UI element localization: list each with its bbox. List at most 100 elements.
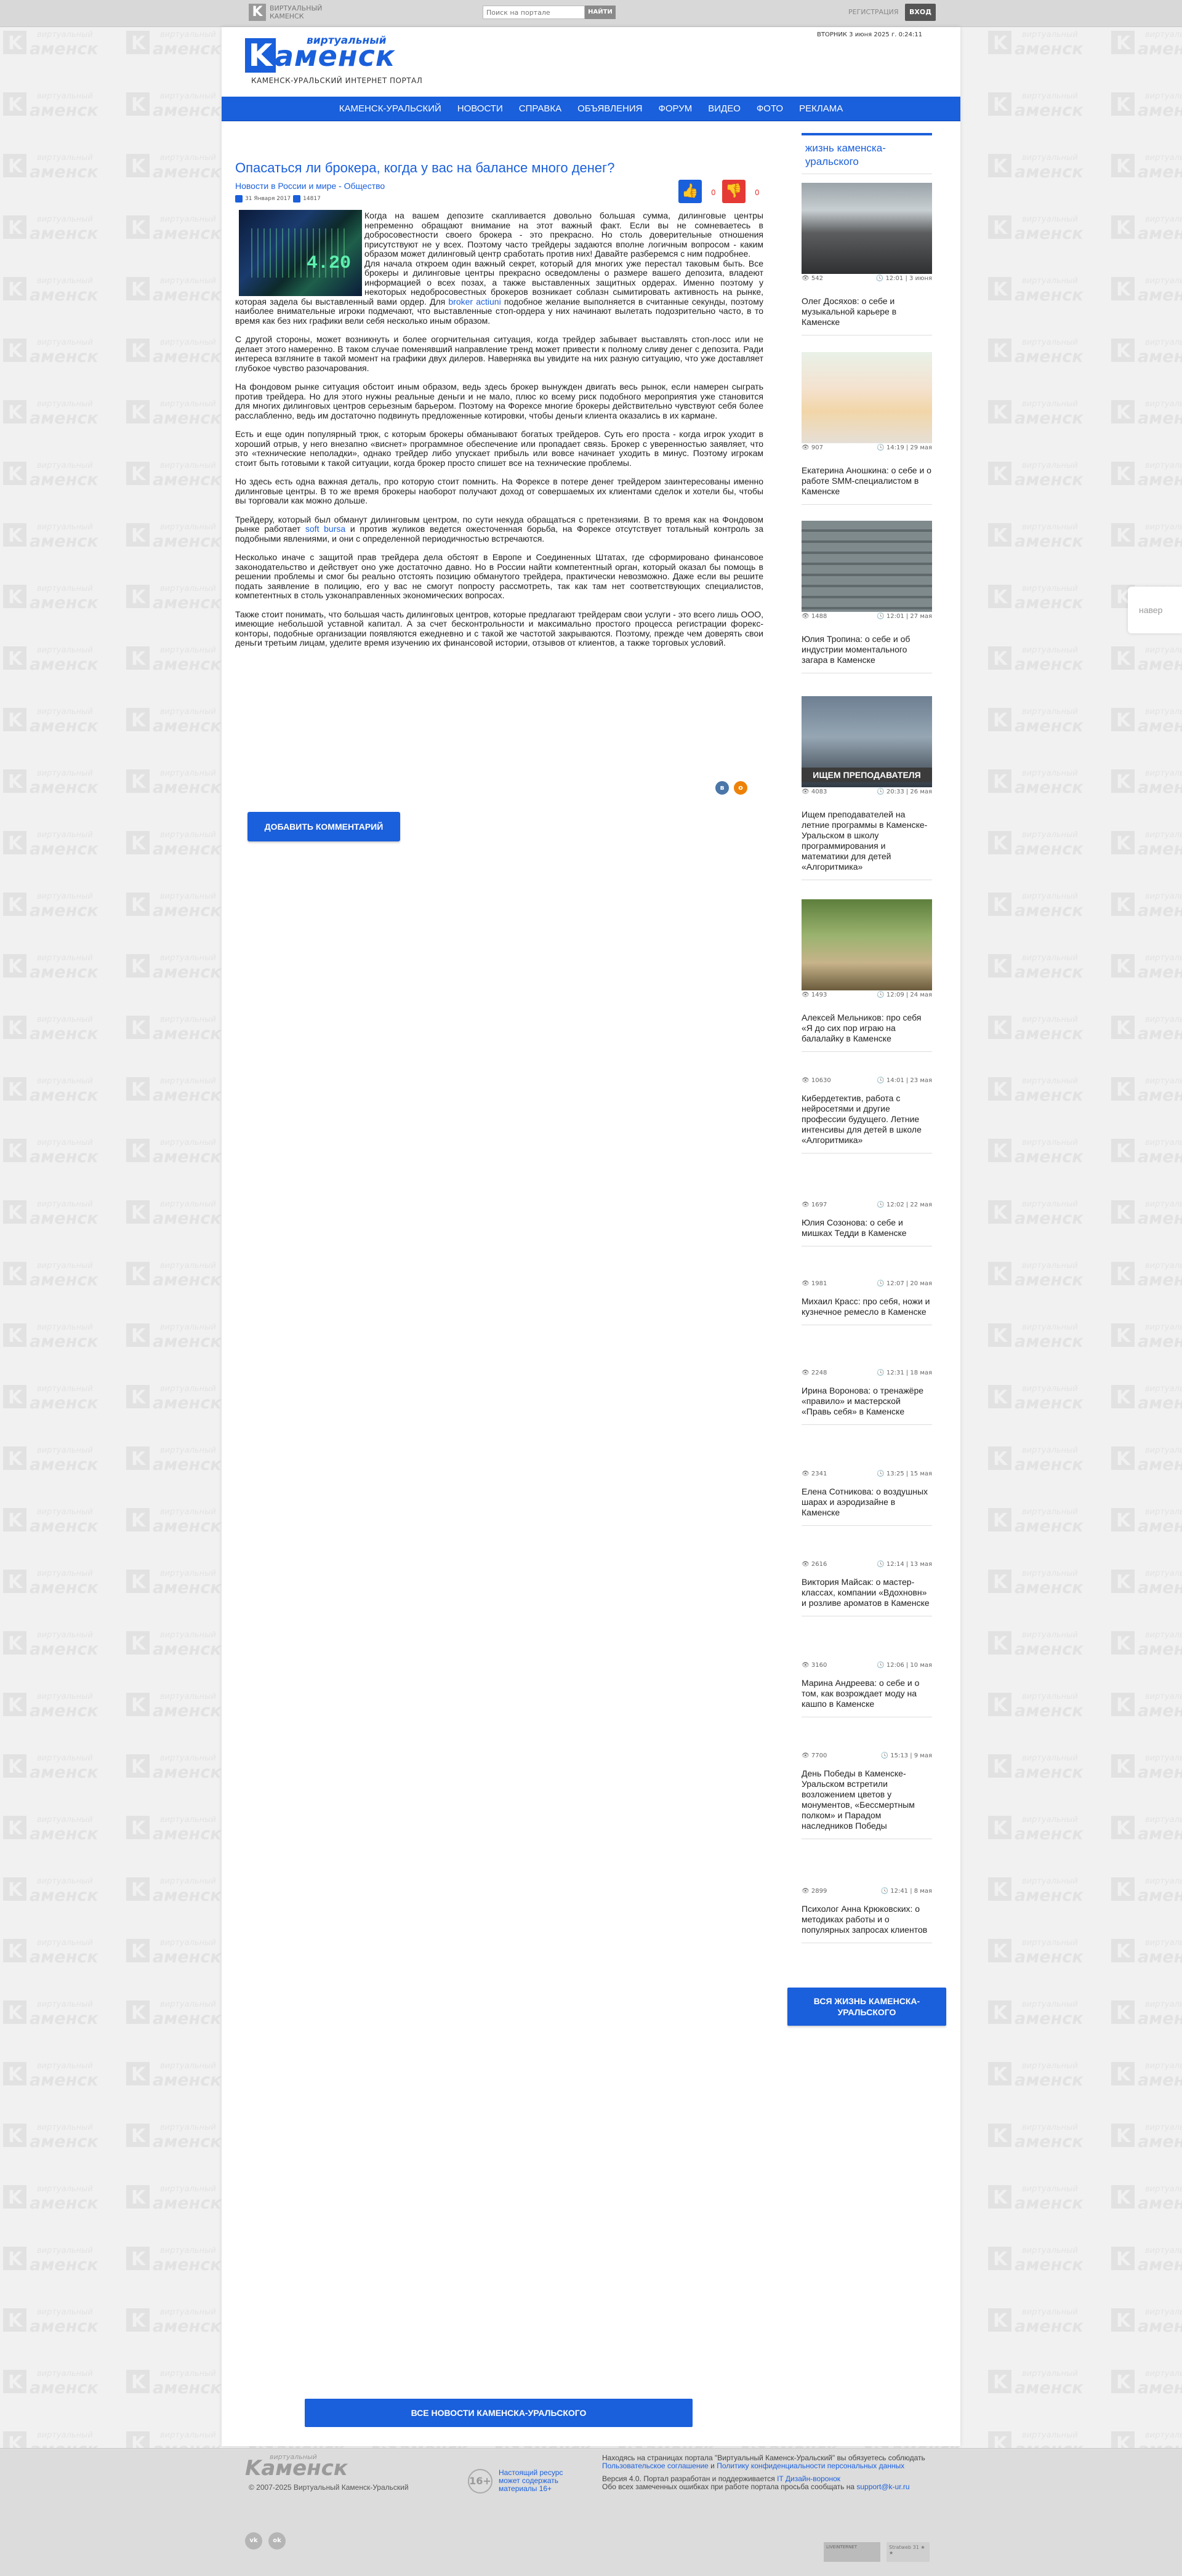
footer-text: Находясь на страницах портала "Виртуальн… xyxy=(602,2454,925,2462)
nav-item[interactable]: НОВОСТИ xyxy=(457,97,503,121)
paragraph-text: Когда на вашем депозите скапливается дов… xyxy=(364,211,763,259)
sidebar-card[interactable]: 👁 10630 🕓 14:01 | 23 мая Кибердетектив, ра… xyxy=(802,1076,932,1154)
footer-logo[interactable]: виртуальный Kаменск xyxy=(245,2453,348,2481)
card-time: 🕓 13:25 | 15 мая xyxy=(877,1471,932,1477)
stratweb-counter[interactable]: Stratweb 31 ★ ★ xyxy=(886,2542,930,2562)
all-news-button[interactable]: ВСЕ НОВОСТИ КАМЕНСКА-УРАЛЬСКОГО xyxy=(305,2399,693,2427)
register-link[interactable]: РЕГИСТРАЦИЯ xyxy=(848,8,899,16)
sidebar-card[interactable]: 👁 7700 🕓 15:13 | 9 мая День Победы в Камен… xyxy=(802,1751,932,1839)
sidebar-card[interactable]: 👁 2899 🕓 12:41 | 8 мая Психолог Анна Крюко… xyxy=(802,1887,932,1943)
card-title[interactable]: Алексей Мельников: про себя «Я до сих по… xyxy=(802,1013,932,1052)
paragraph: Также стоит понимать, что большая часть … xyxy=(235,609,763,648)
card-stats: 👁 1697 🕓 12:02 | 22 мая xyxy=(802,1202,932,1210)
card-title[interactable]: Кибердетектив, работа с нейросетями и др… xyxy=(802,1093,932,1154)
card-stats: 👁 7700 🕓 15:13 | 9 мая xyxy=(802,1752,932,1761)
nav-item[interactable]: ФОРУМ xyxy=(658,97,692,121)
card-views: 👁 1981 xyxy=(802,1280,827,1287)
ok-icon[interactable]: ok xyxy=(268,2532,286,2550)
age-rating-icon: 16+ xyxy=(468,2469,492,2494)
card-image[interactable] xyxy=(802,352,932,443)
nav-item[interactable]: ФОТО xyxy=(757,97,783,121)
add-comment-button[interactable]: ДОБАВИТЬ КОММЕНТАРИЙ xyxy=(247,812,400,841)
main-nav: КАМЕНСК-УРАЛЬСКИЙ НОВОСТИ СПРАВКА ОБЪЯВЛ… xyxy=(222,97,960,121)
card-time: 🕓 15:13 | 9 мая xyxy=(880,1752,932,1759)
card-image[interactable]: ИЩЕМ ПРЕПОДАВАТЕЛЯ xyxy=(802,696,932,787)
card-views: 👁 2341 xyxy=(802,1471,827,1477)
vk-icon[interactable]: в xyxy=(715,781,729,795)
nav-item[interactable]: КАМЕНСК-УРАЛЬСКИЙ xyxy=(339,97,441,121)
card-title[interactable]: Михаил Красс: про себя, ножи и кузнечное… xyxy=(802,1296,932,1325)
nav-item[interactable]: РЕКЛАМА xyxy=(799,97,843,121)
like-button[interactable]: 👍 xyxy=(678,180,702,203)
article-body: Когда на вашем депозите скапливается дов… xyxy=(235,211,763,657)
card-title[interactable]: Ирина Воронова: о тренажёре «правило» и … xyxy=(802,1386,932,1425)
card-title[interactable]: Елена Сотникова: о воздушных шарах и аэр… xyxy=(802,1487,932,1526)
top-bar: K ВИРТУАЛЬНЫЙ КАМЕНСК НАЙТИ РЕГИСТРАЦИЯ … xyxy=(0,0,1182,27)
photo-spacer xyxy=(235,211,364,295)
card-title[interactable]: Екатерина Аношкина: о себе и о работе SM… xyxy=(802,465,932,505)
it-link[interactable]: IT xyxy=(777,2474,783,2483)
paragraph: Но здесь есть одна важная деталь, про ко… xyxy=(235,476,763,505)
card-stats: 👁 2899 🕓 12:41 | 8 мая xyxy=(802,1888,932,1896)
sidebar-title[interactable]: жизнь каменска-уральского xyxy=(802,133,932,174)
site-logo-text[interactable]: аменск xyxy=(275,39,395,73)
card-stats: 👁 4083 🕓 20:33 | 26 мая xyxy=(802,788,932,797)
card-title[interactable]: Олег Досяхов: о себе и музыкальной карье… xyxy=(802,296,932,335)
card-title[interactable]: Юлия Созонова: о себе и мишках Тедди в К… xyxy=(802,1218,932,1246)
card-title[interactable]: Марина Андреева: о себе и о том, как воз… xyxy=(802,1678,932,1717)
sidebar-card[interactable]: 👁 1697 🕓 12:02 | 22 мая Юлия Созонова: о с… xyxy=(802,1200,932,1246)
support-email-link[interactable]: support@k-ur.ru xyxy=(856,2482,909,2491)
card-image[interactable] xyxy=(802,899,932,990)
portal-logo-icon[interactable]: K xyxy=(249,4,266,21)
card-views: 👁 1493 xyxy=(802,992,827,998)
site-subtitle: КАМЕНСК-УРАЛЬСКИЙ ИНТЕРНЕТ ПОРТАЛ xyxy=(251,76,423,85)
card-time: 🕓 14:01 | 23 мая xyxy=(877,1077,932,1084)
sidebar-card[interactable]: 👁 2248 🕓 12:31 | 18 мая Ирина Воронова: о … xyxy=(802,1368,932,1425)
sidebar-card[interactable]: 👁 907 🕓 14:19 | 29 мая Екатерина Аношкина:… xyxy=(802,352,932,505)
category-link[interactable]: Новости в России и мире xyxy=(235,181,336,191)
site-logo-icon[interactable]: K xyxy=(245,38,276,73)
agreement-link[interactable]: Пользовательское соглашение xyxy=(602,2462,709,2470)
dislike-button[interactable]: 👎 xyxy=(722,180,746,203)
sidebar-card[interactable]: 👁 1981 🕓 12:07 | 20 мая Михаил Красс: про … xyxy=(802,1279,932,1325)
design-link[interactable]: Дизайн-воронок xyxy=(786,2474,840,2483)
soft-bursa-link[interactable]: soft bursa xyxy=(305,524,345,534)
liveinternet-counter[interactable]: LIVEINTERNET xyxy=(824,2542,880,2562)
sidebar-card[interactable]: ИЩЕМ ПРЕПОДАВАТЕЛЯ 👁 4083 🕓 20:33 | 26 мая… xyxy=(802,696,932,880)
age-rating-text[interactable]: Настоящий ресурс может содержать материа… xyxy=(499,2469,585,2493)
card-image[interactable] xyxy=(802,521,932,612)
subcategory-link[interactable]: Общество xyxy=(344,181,385,191)
card-title[interactable]: Ищем преподавателей на летние программы … xyxy=(802,809,932,880)
nav-item[interactable]: СПРАВКА xyxy=(519,97,561,121)
card-title[interactable]: День Победы в Каменске-Уральском встрети… xyxy=(802,1768,932,1839)
scroll-top-tab[interactable]: навер xyxy=(1128,587,1182,633)
ok-icon[interactable]: о xyxy=(734,781,747,795)
portal-logo-text[interactable]: ВИРТУАЛЬНЫЙ КАМЕНСК xyxy=(270,4,344,20)
sidebar-card[interactable]: 👁 542 🕓 12:01 | 3 июня Олег Досяхов: о себ… xyxy=(802,183,932,335)
nav-item[interactable]: ОБЪЯВЛЕНИЯ xyxy=(577,97,642,121)
privacy-link[interactable]: Политику конфиденциальности персональных… xyxy=(717,2462,904,2470)
nav-item[interactable]: ВИДЕО xyxy=(708,97,741,121)
card-stats: 👁 1488 🕓 12:01 | 27 мая xyxy=(802,613,932,622)
login-button[interactable]: ВХОД xyxy=(905,4,936,21)
search-input[interactable] xyxy=(483,6,585,19)
search-button[interactable]: НАЙТИ xyxy=(585,6,616,19)
footer-copyright: © 2007-2025 Виртуальный Каменск-Уральски… xyxy=(249,2483,409,2492)
sidebar-card[interactable]: 👁 1488 🕓 12:01 | 27 мая Юлия Тропина: о се… xyxy=(802,521,932,673)
footer-info: Находясь на страницах портала "Виртуальн… xyxy=(602,2454,941,2496)
card-image[interactable] xyxy=(802,183,932,274)
vk-icon[interactable]: vk xyxy=(245,2532,262,2550)
paragraph: Есть и еще один популярный трюк, с котор… xyxy=(235,429,763,468)
broker-actiuni-link[interactable]: broker actiuni xyxy=(448,297,501,307)
card-title[interactable]: Виктория Майсак: о мастер-классах, компа… xyxy=(802,1577,932,1616)
sidebar-card[interactable]: 👁 2341 🕓 13:25 | 15 мая Елена Сотникова: о… xyxy=(802,1469,932,1526)
sidebar-card[interactable]: 👁 3160 🕓 12:06 | 10 мая Марина Андреева: о… xyxy=(802,1661,932,1717)
header-date: ВТОРНИК 3 июня 2025 г. 0:24:11 xyxy=(817,31,923,38)
sidebar-card[interactable]: 👁 2616 🕓 12:14 | 13 мая Виктория Майсак: о… xyxy=(802,1560,932,1616)
card-time: 🕓 12:01 | 3 июня xyxy=(875,275,932,282)
card-title[interactable]: Юлия Тропина: о себе и об индустрии моме… xyxy=(802,634,932,673)
dislike-count: 0 xyxy=(755,188,760,197)
all-life-button[interactable]: ВСЯ ЖИЗНЬ КАМЕНСКА-УРАЛЬСКОГО xyxy=(787,1988,946,2026)
card-title[interactable]: Психолог Анна Крюковских: о методиках ра… xyxy=(802,1904,932,1943)
sidebar-card[interactable]: 👁 1493 🕓 12:09 | 24 мая Алексей Мельников:… xyxy=(802,899,932,1052)
